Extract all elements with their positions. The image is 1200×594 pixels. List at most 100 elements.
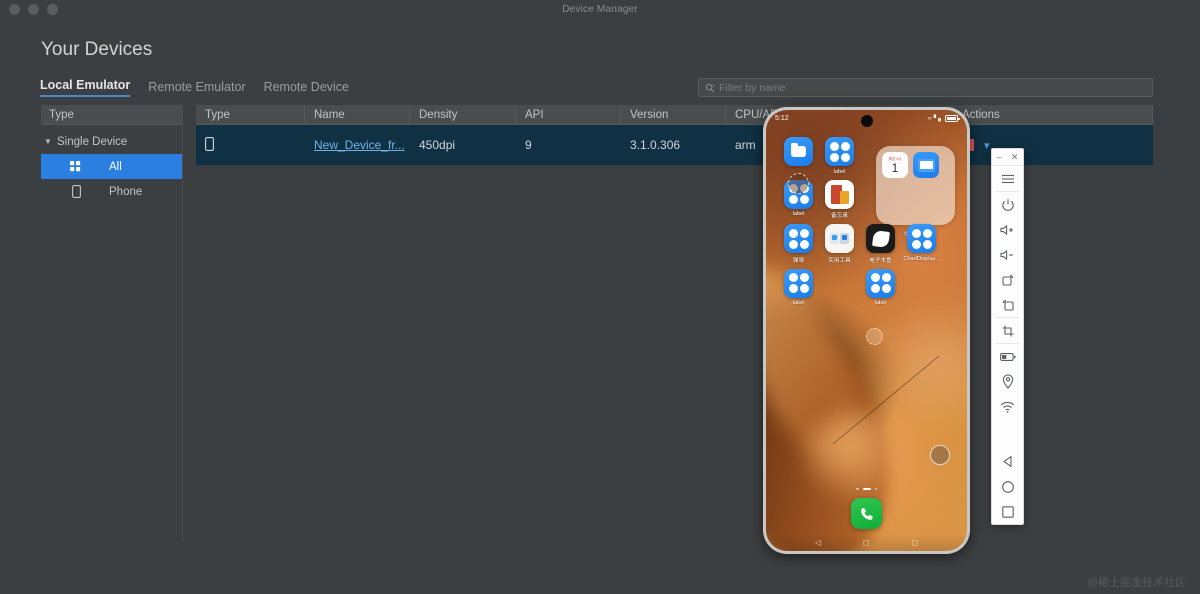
device-manager-window: Device Manager Your Devices Local Emulat… bbox=[0, 0, 1200, 594]
cellular-icon: ▘▖ bbox=[933, 116, 943, 122]
home-icon[interactable]: ◻ bbox=[863, 538, 870, 547]
battery-icon bbox=[945, 115, 960, 122]
rotate-left-icon[interactable] bbox=[992, 292, 1023, 317]
app-grid-icon[interactable] bbox=[825, 137, 854, 166]
phone-nav-bar: ◁ ◻ ◻ bbox=[766, 534, 967, 551]
home-app-folder[interactable] bbox=[778, 137, 819, 175]
wifi-icon[interactable] bbox=[992, 394, 1023, 419]
close-button[interactable]: ✕ bbox=[1011, 152, 1019, 162]
status-bar-time: 5:12 bbox=[775, 115, 789, 122]
screenshot-icon[interactable] bbox=[992, 318, 1023, 343]
status-bar-icons: ‹› ▘▖ bbox=[927, 115, 960, 122]
home-app-piano[interactable]: 弹琴 bbox=[778, 224, 819, 264]
dialer-icon[interactable] bbox=[851, 498, 882, 529]
signal-icon: ‹› bbox=[927, 115, 932, 122]
app-label: 备忘录 bbox=[831, 213, 848, 219]
tree-item-all[interactable]: All bbox=[41, 154, 182, 179]
window-title: Device Manager bbox=[562, 3, 638, 15]
app-grid-icon[interactable] bbox=[784, 224, 813, 253]
wallpaper-swirl bbox=[871, 290, 967, 440]
tree-item-label: All bbox=[109, 160, 122, 173]
battery-icon[interactable] bbox=[992, 344, 1023, 369]
app-label: label bbox=[792, 211, 805, 217]
tools-folder-icon[interactable] bbox=[825, 224, 854, 253]
menu-icon[interactable] bbox=[992, 166, 1023, 191]
column-header-version[interactable]: Version bbox=[621, 105, 726, 124]
page-indicator bbox=[766, 487, 967, 490]
app-label: label bbox=[874, 300, 887, 306]
tree-item-label: Single Device bbox=[57, 135, 128, 148]
location-icon[interactable] bbox=[992, 369, 1023, 394]
window-titlebar: Device Manager bbox=[0, 0, 1200, 18]
footer-bar: Help Refresh Local Emulator Location: /U… bbox=[0, 542, 1200, 594]
app-label: ChartDisplay... bbox=[903, 255, 940, 262]
drag-ghost-indicator bbox=[788, 173, 809, 194]
app-label: label bbox=[833, 168, 846, 175]
rotate-right-icon[interactable] bbox=[992, 267, 1023, 292]
home-app-label-1[interactable]: label bbox=[819, 137, 860, 175]
tab-remote-emulator[interactable]: Remote Emulator bbox=[148, 80, 245, 97]
phone-icon bbox=[205, 136, 214, 154]
tab-remote-device[interactable]: Remote Device bbox=[264, 80, 349, 97]
emulator-window-buttons: – ✕ bbox=[992, 149, 1023, 166]
home-app-label-3[interactable]: label bbox=[778, 268, 819, 306]
home-icon[interactable] bbox=[992, 474, 1023, 499]
minimize-button[interactable]: – bbox=[997, 152, 1002, 162]
volume-up-icon[interactable] bbox=[992, 217, 1023, 242]
back-icon[interactable]: ◁ bbox=[815, 538, 821, 547]
drop-target-indicator bbox=[866, 328, 883, 345]
emulator-screen[interactable]: 5:12 ‹› ▘▖ 周四 5月 1 华为应用 bbox=[766, 110, 967, 551]
app-grid-icon[interactable] bbox=[866, 268, 895, 298]
cell-actions: ▾ bbox=[953, 139, 1153, 152]
tab-local-emulator[interactable]: Local Emulator bbox=[40, 78, 131, 97]
page-title: Your Devices bbox=[41, 39, 153, 60]
caret-down-icon[interactable]: ▼ bbox=[41, 137, 55, 146]
tree-item-phone[interactable]: Phone bbox=[41, 179, 182, 204]
emulator-phone-window[interactable]: 5:12 ‹› ▘▖ 周四 5月 1 华为应用 bbox=[763, 107, 970, 554]
camera-punch-hole bbox=[860, 115, 873, 127]
tree-item-single-device[interactable]: ▼ Single Device bbox=[41, 129, 182, 154]
home-app-notes[interactable]: 备忘录 bbox=[819, 179, 860, 219]
column-header-api[interactable]: API bbox=[516, 105, 621, 124]
home-row: label bbox=[778, 137, 955, 175]
volume-down-icon[interactable] bbox=[992, 242, 1023, 267]
home-app-chartdisplay[interactable]: ChartDisplay... bbox=[901, 224, 942, 264]
cell-type bbox=[196, 136, 305, 154]
emulator-side-toolbar: – ✕ bbox=[991, 148, 1024, 525]
cell-device-name[interactable]: New_Device_fr... bbox=[305, 138, 410, 152]
drag-handle-ring[interactable] bbox=[930, 445, 950, 465]
filter-input-wrapper[interactable]: Filter by name bbox=[698, 78, 1153, 97]
home-app-tools[interactable]: 实用工具 bbox=[819, 224, 860, 264]
home-app-woodfish[interactable]: 电子木鱼 bbox=[860, 224, 901, 264]
cell-version: 3.1.0.306 bbox=[630, 138, 681, 152]
home-screen-grid: label label 备忘录 弹琴 实用工具 电子木鱼 ChartDispla… bbox=[766, 127, 967, 306]
app-label: label bbox=[792, 300, 805, 306]
document-icon[interactable] bbox=[825, 179, 854, 209]
column-header-type[interactable]: Type bbox=[196, 105, 305, 124]
column-header-actions[interactable]: Actions bbox=[953, 105, 1153, 124]
table-header-row: Type Name Density API Version CPU/ABI St… bbox=[196, 105, 1153, 125]
home-row: label label bbox=[778, 268, 955, 306]
woodfish-icon[interactable] bbox=[866, 224, 895, 253]
watermark: @稀土掘金技术社区 bbox=[1086, 577, 1186, 589]
back-icon[interactable] bbox=[992, 449, 1023, 474]
column-header-name[interactable]: Name bbox=[305, 105, 410, 124]
app-grid-icon[interactable] bbox=[784, 268, 813, 298]
devices-grid-icon bbox=[65, 161, 87, 172]
home-row: 弹琴 实用工具 电子木鱼 ChartDisplay... bbox=[778, 224, 955, 264]
chevron-down-icon[interactable]: ▾ bbox=[984, 139, 990, 152]
device-tabs: Local Emulator Remote Emulator Remote De… bbox=[40, 78, 349, 97]
tree-header-type: Type bbox=[41, 105, 182, 125]
recents-icon[interactable] bbox=[992, 499, 1023, 524]
tree-item-label: Phone bbox=[109, 185, 143, 198]
app-grid-icon[interactable] bbox=[907, 224, 936, 253]
phone-dock bbox=[766, 498, 967, 529]
folder-icon[interactable] bbox=[784, 137, 813, 166]
column-header-density[interactable]: Density bbox=[410, 105, 516, 124]
power-icon[interactable] bbox=[992, 192, 1023, 217]
drag-connector-line bbox=[832, 355, 940, 445]
home-app-label-4[interactable]: label bbox=[860, 268, 901, 306]
recents-icon[interactable]: ◻ bbox=[911, 538, 918, 547]
device-type-tree: Type ▼ Single Device All Phone bbox=[41, 105, 183, 542]
app-label: 实用工具 bbox=[828, 257, 851, 264]
